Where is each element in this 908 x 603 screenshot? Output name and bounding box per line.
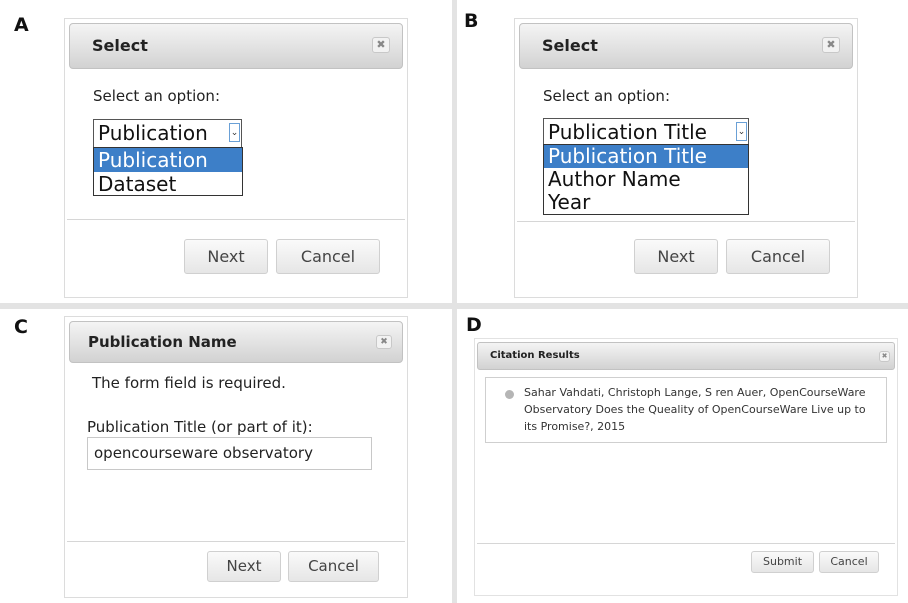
- citation-line: its Promise?, 2015: [524, 420, 626, 433]
- next-button[interactable]: Next: [184, 239, 268, 274]
- close-icon[interactable]: ✖: [376, 335, 392, 349]
- dialog-titlebar: Citation Results ✖: [477, 342, 895, 370]
- dropdown-option-author-name[interactable]: Author Name: [544, 168, 748, 191]
- citation-result[interactable]: Sahar Vahdati, Christoph Lange, S ren Au…: [524, 384, 866, 435]
- cancel-button[interactable]: Cancel: [726, 239, 830, 274]
- citation-results-dialog: Citation Results ✖ Sahar Vahdati, Christ…: [474, 338, 898, 596]
- cancel-button[interactable]: Cancel: [288, 551, 379, 582]
- chevron-down-icon[interactable]: ⌄: [229, 123, 240, 142]
- citation-line: Sahar Vahdati, Christoph Lange, S ren Au…: [524, 386, 866, 399]
- panel-divider-vertical: [452, 0, 457, 603]
- dialog-divider: [67, 219, 405, 220]
- close-icon[interactable]: ✖: [372, 37, 390, 53]
- search-by-select[interactable]: Publication Title ⌄: [543, 118, 749, 146]
- dropdown-option-publication-title[interactable]: Publication Title: [544, 145, 748, 168]
- dialog-titlebar: Select ✖: [519, 23, 853, 69]
- dropdown-option-year[interactable]: Year: [544, 191, 748, 214]
- citation-line: Observatory Does the Queality of OpenCou…: [524, 403, 866, 416]
- panel-label-b: B: [464, 10, 479, 32]
- select-prompt: Select an option:: [543, 87, 670, 105]
- result-list: Sahar Vahdati, Christoph Lange, S ren Au…: [485, 377, 887, 443]
- panel-label-c: C: [14, 316, 28, 338]
- dialog-divider: [67, 541, 405, 542]
- dropdown-option-dataset[interactable]: Dataset: [94, 172, 242, 196]
- dropdown-list: Publication Title Author Name Year: [543, 144, 749, 215]
- select-value: Publication Title: [548, 120, 707, 144]
- dialog-divider: [477, 543, 895, 544]
- select-dialog-a: Select ✖ Select an option: Publication ⌄…: [64, 18, 408, 298]
- dialog-title: Citation Results: [490, 350, 580, 361]
- title-field-label: Publication Title (or part of it):: [87, 418, 313, 436]
- dialog-titlebar: Publication Name ✖: [69, 321, 403, 363]
- chevron-down-icon[interactable]: ⌄: [736, 122, 747, 141]
- required-message: The form field is required.: [92, 374, 286, 392]
- submit-button[interactable]: Submit: [751, 551, 814, 573]
- dialog-titlebar: Select ✖: [69, 23, 403, 69]
- dropdown-option-publication[interactable]: Publication: [94, 148, 242, 172]
- close-icon[interactable]: ✖: [879, 351, 890, 362]
- next-button[interactable]: Next: [634, 239, 718, 274]
- publication-title-input[interactable]: opencourseware observatory: [87, 437, 372, 470]
- cancel-button[interactable]: Cancel: [276, 239, 380, 274]
- next-button[interactable]: Next: [207, 551, 281, 582]
- dropdown-list: Publication Dataset: [93, 147, 243, 196]
- select-dialog-b: Select ✖ Select an option: Publication T…: [514, 18, 858, 298]
- panel-divider-horizontal: [0, 303, 908, 309]
- select-prompt: Select an option:: [93, 87, 220, 105]
- select-value: Publication: [98, 121, 208, 145]
- cancel-button[interactable]: Cancel: [819, 551, 879, 573]
- dialog-title: Select: [92, 36, 148, 55]
- dialog-divider: [517, 221, 855, 222]
- type-select[interactable]: Publication ⌄: [93, 119, 242, 148]
- publication-name-dialog: Publication Name ✖ The form field is req…: [64, 316, 408, 598]
- panel-label-a: A: [14, 14, 29, 36]
- radio-bullet-icon[interactable]: [505, 390, 514, 399]
- dialog-title: Publication Name: [88, 333, 237, 351]
- panel-label-d: D: [466, 314, 482, 336]
- dialog-title: Select: [542, 36, 598, 55]
- close-icon[interactable]: ✖: [822, 37, 840, 53]
